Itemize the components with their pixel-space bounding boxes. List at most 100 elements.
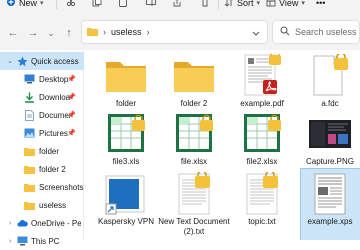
share-icon xyxy=(172,0,182,9)
navigation-pane: ⌄ Quick access Desktop 📌 Downloads 📌 Doc… xyxy=(0,50,84,246)
up-button[interactable]: ↑ xyxy=(62,26,76,40)
excel-file-icon xyxy=(240,112,284,156)
back-button[interactable]: ← xyxy=(6,26,20,40)
search-icon xyxy=(280,26,290,38)
file-item-folder-2[interactable]: folder 2 xyxy=(158,54,230,114)
sidebar-item-folder[interactable]: folder xyxy=(0,142,84,160)
navigation-bar: ← → ⌄ ↑ › useless › Search useless xyxy=(0,12,360,50)
file-name: a.fdc xyxy=(321,99,339,108)
file-name: topic.txt xyxy=(248,217,276,226)
search-placeholder: Search useless xyxy=(295,27,357,37)
file-name: example.xps xyxy=(307,217,353,226)
sidebar-item-screenshots[interactable]: Screenshots xyxy=(0,178,84,196)
sidebar-item-onedrive[interactable]: › OneDrive - Person xyxy=(0,214,84,232)
sidebar-item-downloads[interactable]: Downloads 📌 xyxy=(0,88,84,106)
breadcrumb-useless[interactable]: useless xyxy=(111,27,142,37)
file-item-new-text-document-2[interactable]: New Text Document (2).txt xyxy=(158,170,230,236)
more-icon: ••• xyxy=(316,0,326,8)
pin-icon: 📌 xyxy=(67,76,76,83)
toolbar-divider xyxy=(56,0,57,9)
file-item-folder[interactable]: folder xyxy=(90,54,162,114)
chevron-right-icon[interactable]: › xyxy=(6,220,14,227)
chevron-down-icon: ▾ xyxy=(256,0,261,7)
view-icon xyxy=(266,0,276,9)
image-file-icon xyxy=(308,112,352,156)
pin-icon: 📌 xyxy=(67,112,76,119)
file-item-file2-xlsx[interactable]: file2.xlsx xyxy=(226,112,298,172)
file-item-file-xlsx[interactable]: file.xlsx xyxy=(158,112,230,172)
file-item-file3-xls[interactable]: file3.xls xyxy=(90,112,162,172)
file-item-example-pdf[interactable]: example.pdf xyxy=(226,50,298,114)
sidebar-item-label: folder xyxy=(39,146,60,156)
view-button[interactable]: View ▾ xyxy=(266,0,305,10)
file-item-kaspersky-vpn[interactable]: Kaspersky VPN xyxy=(90,172,162,232)
folder-icon xyxy=(104,54,148,98)
paste-icon xyxy=(118,0,128,9)
forward-button[interactable]: → xyxy=(26,26,40,40)
arrow-right-icon: → xyxy=(27,27,39,39)
sidebar-item-label: This PC xyxy=(31,236,60,246)
pc-icon xyxy=(17,236,28,247)
folder-icon xyxy=(24,200,35,211)
chevron-right-icon[interactable]: › xyxy=(6,238,14,245)
sidebar-item-useless[interactable]: useless xyxy=(0,196,84,214)
sidebar-item-label: OneDrive - Person xyxy=(31,218,81,228)
search-box[interactable]: Search useless xyxy=(272,20,360,44)
file-name: New Text Document (2).txt xyxy=(158,217,230,236)
locked-file-icon xyxy=(308,52,352,98)
share-button[interactable] xyxy=(172,0,182,10)
chevron-down-icon: ▾ xyxy=(40,0,44,7)
address-history-button[interactable] xyxy=(249,26,263,40)
chevron-down-icon: ⌄ xyxy=(47,27,55,38)
file-name: file.xlsx xyxy=(180,157,208,166)
file-item-example-xps[interactable]: example.xps xyxy=(294,168,360,240)
command-bar: New ▾ Sort ▾ View ▾ ••• xyxy=(0,0,360,12)
sidebar-item-label: Documents xyxy=(39,110,71,120)
pin-icon: 📌 xyxy=(67,130,76,137)
paste-button[interactable] xyxy=(118,0,128,10)
cut-icon xyxy=(66,0,76,9)
folder-icon xyxy=(172,54,216,98)
file-name: example.pdf xyxy=(240,99,284,108)
sidebar-item-this-pc[interactable]: › This PC xyxy=(0,232,84,250)
delete-button[interactable] xyxy=(200,0,210,10)
file-name: folder 2 xyxy=(180,99,208,108)
sidebar-item-folder-2[interactable]: folder 2 xyxy=(0,160,84,178)
star-icon xyxy=(17,56,28,67)
text-file-icon xyxy=(172,170,216,216)
rename-button[interactable] xyxy=(146,0,156,10)
pin-icon: 📌 xyxy=(67,94,76,101)
sidebar-item-label: Screenshots xyxy=(39,182,84,192)
chevron-right-icon: › xyxy=(103,27,106,37)
new-label: New xyxy=(19,0,38,8)
copy-button[interactable] xyxy=(92,0,102,10)
xps-file-icon xyxy=(308,172,352,216)
sort-button[interactable]: Sort ▾ xyxy=(224,0,260,10)
file-name: file2.xlsx xyxy=(246,157,278,166)
pictures-icon xyxy=(24,128,35,139)
document-icon xyxy=(24,109,35,121)
folder-icon xyxy=(24,146,35,157)
file-item-a-fdc[interactable]: a.fdc xyxy=(294,52,360,114)
sidebar-item-desktop[interactable]: Desktop 📌 xyxy=(0,70,84,88)
folder-icon xyxy=(24,164,35,175)
text-file-icon xyxy=(240,170,284,216)
sidebar-item-quick-access[interactable]: ⌄ Quick access xyxy=(0,52,84,70)
file-item-topic-txt[interactable]: topic.txt xyxy=(226,170,298,232)
file-item-capture-png[interactable]: Capture.PNG xyxy=(294,112,360,172)
toolbar-divider xyxy=(218,0,219,9)
sidebar-item-label: Desktop xyxy=(39,74,69,84)
sort-label: Sort xyxy=(237,0,254,8)
new-icon xyxy=(6,0,16,9)
cut-button[interactable] xyxy=(66,0,76,10)
chevron-down-icon: ▾ xyxy=(301,0,305,7)
more-options-button[interactable]: ••• xyxy=(316,0,325,10)
chevron-down-icon[interactable]: ⌄ xyxy=(6,57,14,65)
sidebar-item-documents[interactable]: Documents 📌 xyxy=(0,106,84,124)
new-button[interactable]: New ▾ xyxy=(6,0,44,10)
recent-locations-button[interactable]: ⌄ xyxy=(44,26,58,40)
address-bar[interactable]: › useless › xyxy=(81,20,268,44)
sidebar-item-pictures[interactable]: Pictures 📌 xyxy=(0,124,84,142)
sort-icon xyxy=(224,0,234,9)
excel-file-icon xyxy=(104,112,148,156)
